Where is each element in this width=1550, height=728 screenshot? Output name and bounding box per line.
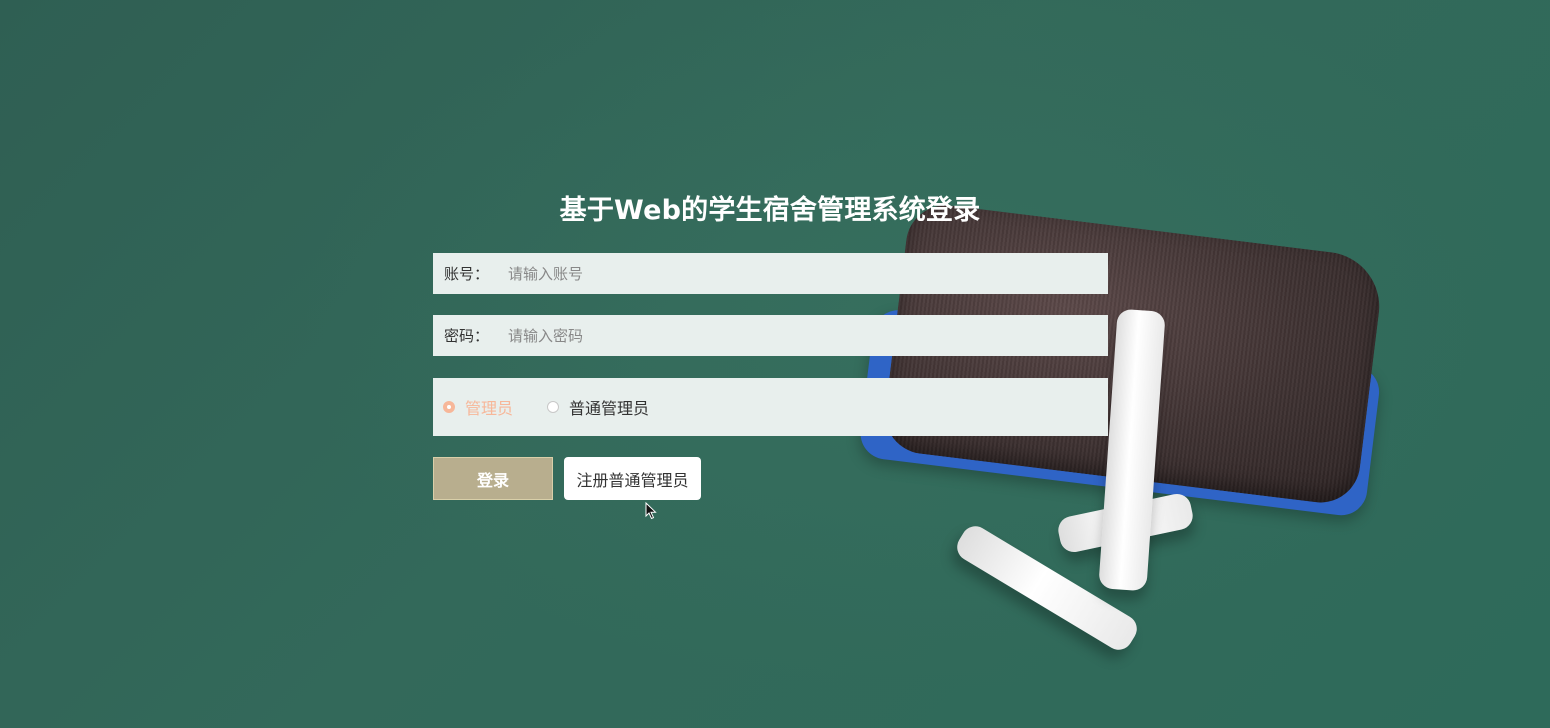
role-radio-group: 管理员 普通管理员 <box>433 378 1108 436</box>
role-option-normal-admin[interactable]: 普通管理员 <box>547 395 649 419</box>
account-row: 账号： <box>433 253 1108 294</box>
password-row: 密码： <box>433 315 1108 356</box>
role-admin-label[interactable]: 管理员 <box>465 395 513 419</box>
radio-unchecked-icon[interactable] <box>547 401 560 413</box>
password-label: 密码： <box>444 327 490 345</box>
account-label: 账号： <box>444 265 490 283</box>
role-normal-admin-label[interactable]: 普通管理员 <box>569 395 649 419</box>
radio-checked-icon[interactable] <box>443 401 455 413</box>
login-page: 基于Web的学生宿舍管理系统登录 账号： 密码： 管理员 普通管理员 登录 注册… <box>0 0 1550 728</box>
role-option-admin[interactable]: 管理员 <box>443 395 513 419</box>
password-input[interactable] <box>506 325 1090 346</box>
login-button[interactable]: 登录 <box>433 457 553 500</box>
account-input[interactable] <box>506 263 1090 284</box>
page-title: 基于Web的学生宿舍管理系统登录 <box>559 195 981 226</box>
register-button[interactable]: 注册普通管理员 <box>564 457 701 500</box>
mouse-cursor-icon <box>645 502 657 520</box>
